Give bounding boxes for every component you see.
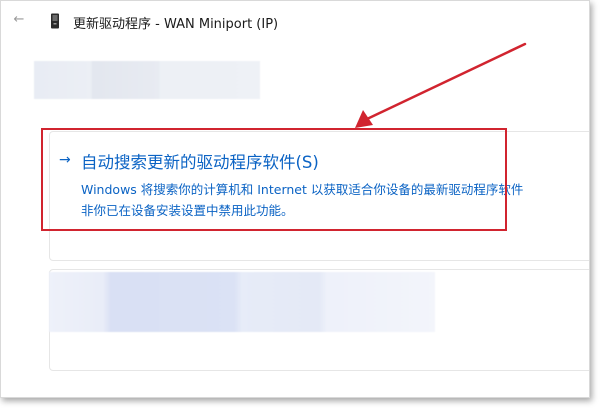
- blurred-browse-option: [49, 272, 435, 332]
- back-arrow-icon: ←: [13, 12, 25, 27]
- description-line-2: 非你已在设备安装设置中禁用此功能。: [81, 203, 294, 218]
- device-icon: [51, 13, 59, 29]
- window-title: 更新驱动程序 - WAN Miniport (IP): [73, 17, 279, 32]
- option-arrow-icon: →: [59, 152, 71, 168]
- search-automatically-description: Windows 将搜索你的计算机和 Internet 以获取适合你设备的最新驱动…: [81, 179, 589, 221]
- update-driver-window: ← 更新驱动程序 - WAN Miniport (IP) → 自动搜索更新的驱动…: [0, 0, 590, 398]
- title-bar: ← 更新驱动程序 - WAN Miniport (IP): [1, 1, 589, 41]
- search-automatically-title[interactable]: 自动搜索更新的驱动程序软件(S): [81, 149, 319, 173]
- blurred-heading: [34, 61, 260, 99]
- description-line-1: Windows 将搜索你的计算机和 Internet 以获取适合你设备的最新驱动…: [81, 182, 524, 197]
- back-button[interactable]: ←: [11, 12, 27, 28]
